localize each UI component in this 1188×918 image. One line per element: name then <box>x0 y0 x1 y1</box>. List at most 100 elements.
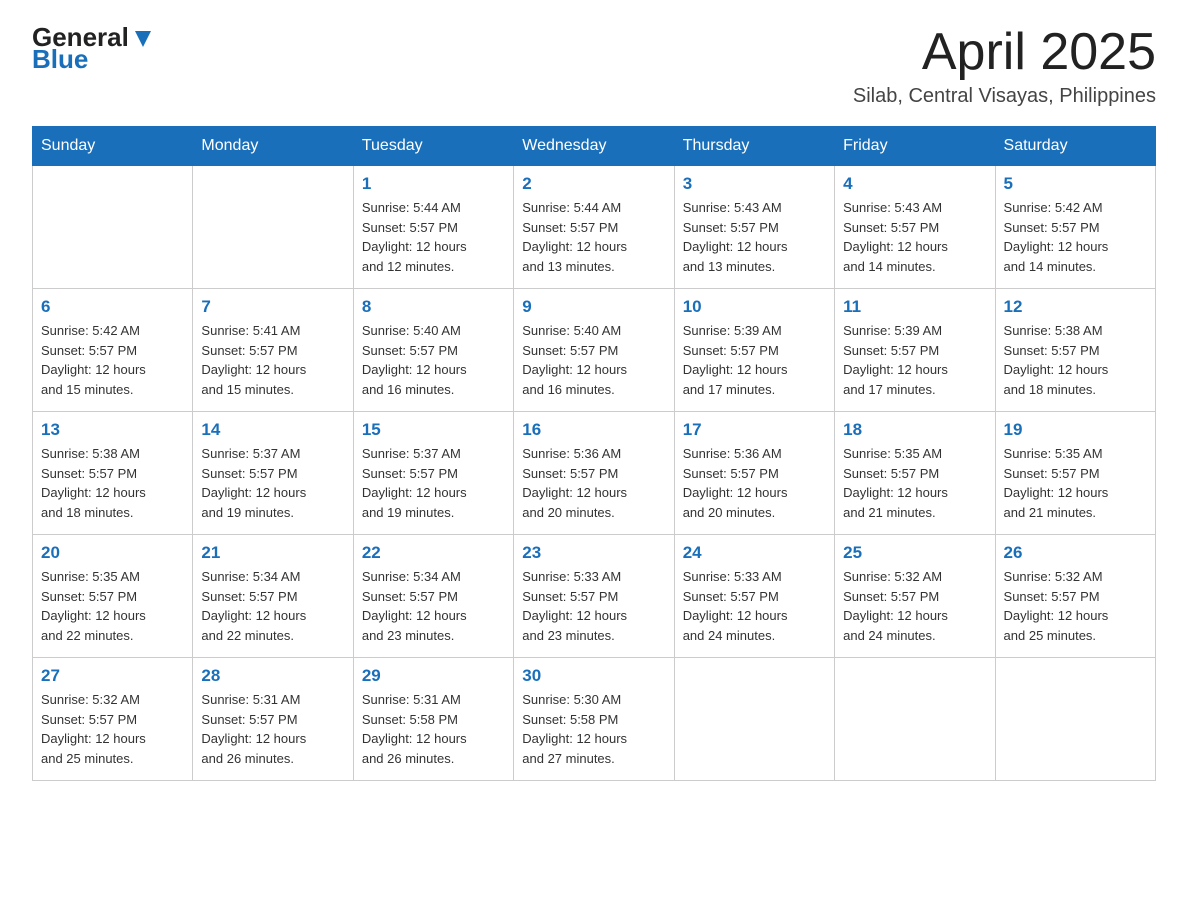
day-number: 12 <box>1004 297 1147 317</box>
calendar-cell: 17Sunrise: 5:36 AMSunset: 5:57 PMDayligh… <box>674 412 834 535</box>
calendar-cell: 6 Sunrise: 5:42 AMSunset: 5:57 PMDaylight… <box>33 289 193 412</box>
calendar-cell: 24 Sunrise: 5:33 AMSunset: 5:57 PMDayligh… <box>674 535 834 658</box>
day-info: Sunrise: 5:38 AMSunset: 5:57 PMDaylight:… <box>41 444 184 522</box>
calendar-cell: 11 Sunrise: 5:39 AMSunset: 5:57 PMDayligh… <box>835 289 995 412</box>
weekday-header-thursday: Thursday <box>674 127 834 166</box>
day-number: 16 <box>522 420 665 440</box>
day-info: Sunrise: 5:44 AMSunset: 5:57 PMDaylight:… <box>362 198 505 276</box>
calendar-cell: 9Sunrise: 5:40 AMSunset: 5:57 PMDaylight… <box>514 289 674 412</box>
day-info: Sunrise: 5:35 AMSunset: 5:57 PMDaylight:… <box>843 444 986 522</box>
calendar-cell: 14 Sunrise: 5:37 AMSunset: 5:57 PMDayligh… <box>193 412 353 535</box>
day-number: 8 <box>362 297 505 317</box>
day-info: Sunrise: 5:32 AMSunset: 5:57 PMDaylight:… <box>1004 567 1147 645</box>
calendar-cell: 15 Sunrise: 5:37 AMSunset: 5:57 PMDayligh… <box>353 412 513 535</box>
weekday-header-wednesday: Wednesday <box>514 127 674 166</box>
weekday-header-tuesday: Tuesday <box>353 127 513 166</box>
calendar-cell: 21Sunrise: 5:34 AMSunset: 5:57 PMDayligh… <box>193 535 353 658</box>
calendar-cell: 1 Sunrise: 5:44 AMSunset: 5:57 PMDaylight… <box>353 166 513 289</box>
weekday-header-friday: Friday <box>835 127 995 166</box>
calendar-week-row: 6 Sunrise: 5:42 AMSunset: 5:57 PMDaylight… <box>33 289 1156 412</box>
day-number: 3 <box>683 174 826 194</box>
day-number: 18 <box>843 420 986 440</box>
day-number: 13 <box>41 420 184 440</box>
weekday-header-monday: Monday <box>193 127 353 166</box>
calendar-cell: 28Sunrise: 5:31 AMSunset: 5:57 PMDayligh… <box>193 658 353 781</box>
day-info: Sunrise: 5:37 AMSunset: 5:57 PMDaylight:… <box>201 444 344 522</box>
calendar-cell: 18 Sunrise: 5:35 AMSunset: 5:57 PMDayligh… <box>835 412 995 535</box>
weekday-header-row: SundayMondayTuesdayWednesdayThursdayFrid… <box>33 127 1156 166</box>
day-info: Sunrise: 5:30 AMSunset: 5:58 PMDaylight:… <box>522 690 665 768</box>
day-number: 26 <box>1004 543 1147 563</box>
calendar-table: SundayMondayTuesdayWednesdayThursdayFrid… <box>32 126 1156 781</box>
day-number: 14 <box>201 420 344 440</box>
day-number: 24 <box>683 543 826 563</box>
calendar-week-row: 20 Sunrise: 5:35 AMSunset: 5:57 PMDayligh… <box>33 535 1156 658</box>
calendar-cell: 3 Sunrise: 5:43 AMSunset: 5:57 PMDaylight… <box>674 166 834 289</box>
day-number: 25 <box>843 543 986 563</box>
day-info: Sunrise: 5:33 AMSunset: 5:57 PMDaylight:… <box>522 567 665 645</box>
day-number: 30 <box>522 666 665 686</box>
day-number: 7 <box>201 297 344 317</box>
calendar-cell: 20 Sunrise: 5:35 AMSunset: 5:57 PMDayligh… <box>33 535 193 658</box>
day-info: Sunrise: 5:35 AMSunset: 5:57 PMDaylight:… <box>1004 444 1147 522</box>
day-number: 6 <box>41 297 184 317</box>
calendar-cell: 22 Sunrise: 5:34 AMSunset: 5:57 PMDayligh… <box>353 535 513 658</box>
day-info: Sunrise: 5:42 AMSunset: 5:57 PMDaylight:… <box>1004 198 1147 276</box>
day-info: Sunrise: 5:31 AMSunset: 5:58 PMDaylight:… <box>362 690 505 768</box>
day-number: 11 <box>843 297 986 317</box>
calendar-cell: 10Sunrise: 5:39 AMSunset: 5:57 PMDayligh… <box>674 289 834 412</box>
day-info: Sunrise: 5:39 AMSunset: 5:57 PMDaylight:… <box>843 321 986 399</box>
weekday-header-saturday: Saturday <box>995 127 1155 166</box>
day-info: Sunrise: 5:34 AMSunset: 5:57 PMDaylight:… <box>201 567 344 645</box>
calendar-week-row: 27 Sunrise: 5:32 AMSunset: 5:57 PMDayligh… <box>33 658 1156 781</box>
calendar-cell: 19Sunrise: 5:35 AMSunset: 5:57 PMDayligh… <box>995 412 1155 535</box>
logo: General Blue <box>32 24 154 72</box>
calendar-cell <box>33 166 193 289</box>
calendar-week-row: 1 Sunrise: 5:44 AMSunset: 5:57 PMDaylight… <box>33 166 1156 289</box>
day-number: 1 <box>362 174 505 194</box>
day-info: Sunrise: 5:43 AMSunset: 5:57 PMDaylight:… <box>843 198 986 276</box>
calendar-cell: 8Sunrise: 5:40 AMSunset: 5:57 PMDaylight… <box>353 289 513 412</box>
day-info: Sunrise: 5:41 AMSunset: 5:57 PMDaylight:… <box>201 321 344 399</box>
location-title: Silab, Central Visayas, Philippines <box>853 85 1156 108</box>
calendar-cell: 23 Sunrise: 5:33 AMSunset: 5:57 PMDayligh… <box>514 535 674 658</box>
day-info: Sunrise: 5:40 AMSunset: 5:57 PMDaylight:… <box>522 321 665 399</box>
day-info: Sunrise: 5:43 AMSunset: 5:57 PMDaylight:… <box>683 198 826 276</box>
calendar-cell: 7 Sunrise: 5:41 AMSunset: 5:57 PMDaylight… <box>193 289 353 412</box>
calendar-cell: 26 Sunrise: 5:32 AMSunset: 5:57 PMDayligh… <box>995 535 1155 658</box>
calendar-cell: 16 Sunrise: 5:36 AMSunset: 5:57 PMDayligh… <box>514 412 674 535</box>
calendar-cell: 29Sunrise: 5:31 AMSunset: 5:58 PMDayligh… <box>353 658 513 781</box>
day-number: 15 <box>362 420 505 440</box>
day-info: Sunrise: 5:33 AMSunset: 5:57 PMDaylight:… <box>683 567 826 645</box>
day-info: Sunrise: 5:38 AMSunset: 5:57 PMDaylight:… <box>1004 321 1147 399</box>
calendar-cell: 30 Sunrise: 5:30 AMSunset: 5:58 PMDayligh… <box>514 658 674 781</box>
day-number: 23 <box>522 543 665 563</box>
title-block: April 2025 Silab, Central Visayas, Phili… <box>853 24 1156 108</box>
month-title: April 2025 <box>853 24 1156 81</box>
day-number: 17 <box>683 420 826 440</box>
day-info: Sunrise: 5:34 AMSunset: 5:57 PMDaylight:… <box>362 567 505 645</box>
day-info: Sunrise: 5:44 AMSunset: 5:57 PMDaylight:… <box>522 198 665 276</box>
calendar-cell: 13 Sunrise: 5:38 AMSunset: 5:57 PMDayligh… <box>33 412 193 535</box>
day-number: 10 <box>683 297 826 317</box>
calendar-cell <box>995 658 1155 781</box>
calendar-cell <box>193 166 353 289</box>
day-info: Sunrise: 5:36 AMSunset: 5:57 PMDaylight:… <box>522 444 665 522</box>
calendar-cell: 12 Sunrise: 5:38 AMSunset: 5:57 PMDayligh… <box>995 289 1155 412</box>
calendar-cell <box>835 658 995 781</box>
weekday-header-sunday: Sunday <box>33 127 193 166</box>
day-info: Sunrise: 5:35 AMSunset: 5:57 PMDaylight:… <box>41 567 184 645</box>
calendar-cell: 2Sunrise: 5:44 AMSunset: 5:57 PMDaylight… <box>514 166 674 289</box>
calendar-cell: 25Sunrise: 5:32 AMSunset: 5:57 PMDayligh… <box>835 535 995 658</box>
logo-blue: Blue <box>32 46 154 72</box>
day-number: 4 <box>843 174 986 194</box>
day-info: Sunrise: 5:32 AMSunset: 5:57 PMDaylight:… <box>41 690 184 768</box>
day-number: 22 <box>362 543 505 563</box>
day-info: Sunrise: 5:37 AMSunset: 5:57 PMDaylight:… <box>362 444 505 522</box>
day-info: Sunrise: 5:31 AMSunset: 5:57 PMDaylight:… <box>201 690 344 768</box>
calendar-week-row: 13 Sunrise: 5:38 AMSunset: 5:57 PMDayligh… <box>33 412 1156 535</box>
calendar-cell: 5Sunrise: 5:42 AMSunset: 5:57 PMDaylight… <box>995 166 1155 289</box>
day-info: Sunrise: 5:42 AMSunset: 5:57 PMDaylight:… <box>41 321 184 399</box>
day-number: 27 <box>41 666 184 686</box>
day-number: 20 <box>41 543 184 563</box>
